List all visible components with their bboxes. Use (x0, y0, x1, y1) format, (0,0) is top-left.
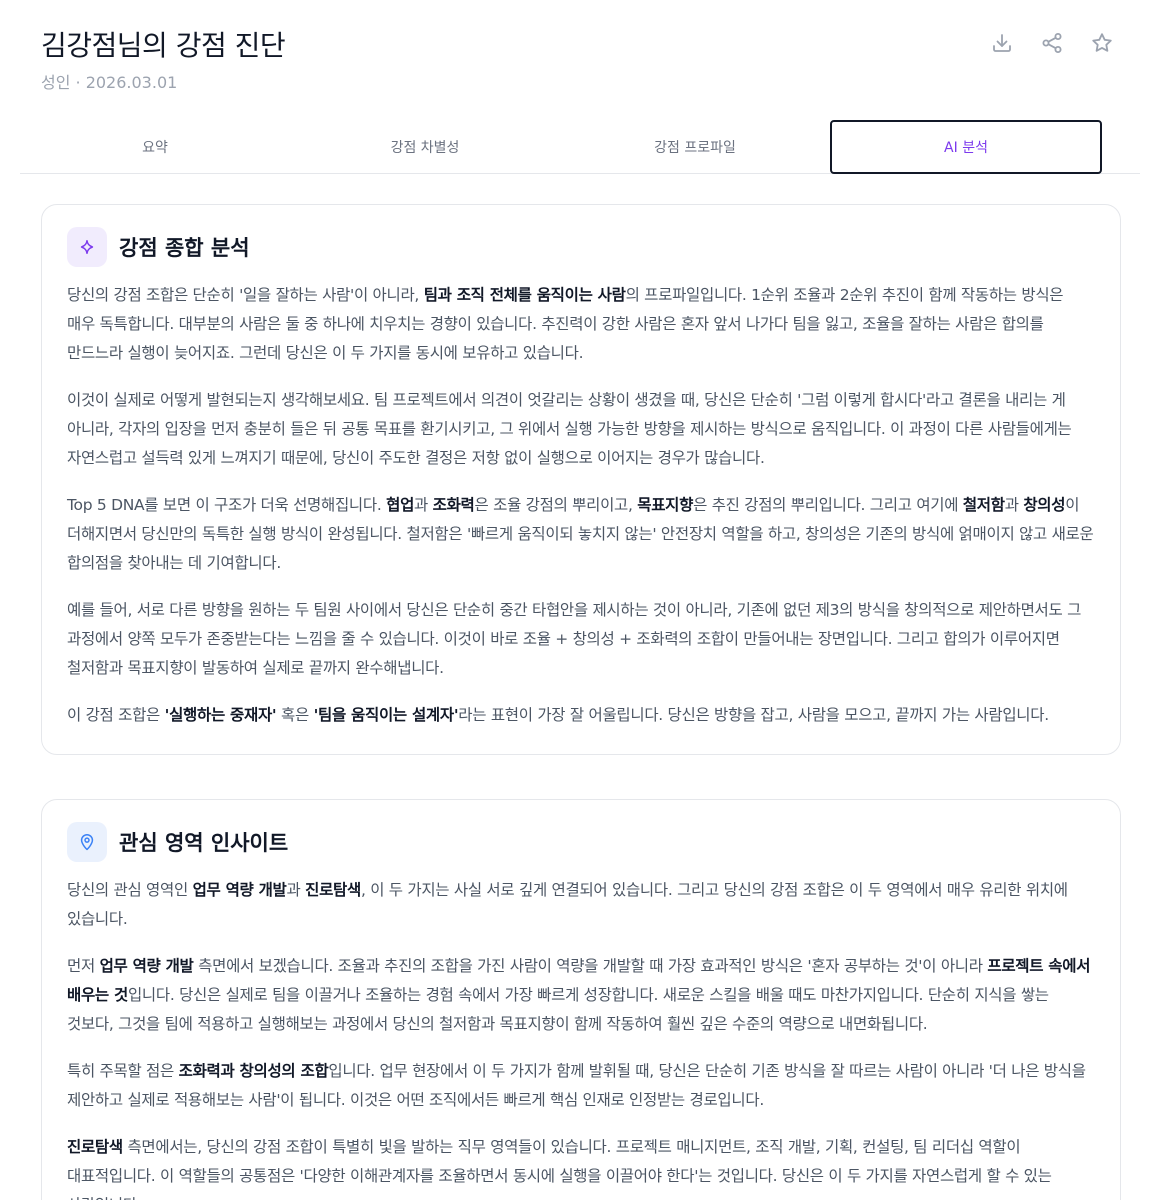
emphasis-text: 목표지향 (637, 496, 694, 514)
paragraph-text: 입니다. 당신은 실제로 팀을 이끌거나 조율하는 경험 속에서 가장 빠르게 … (67, 986, 1049, 1033)
emphasis-text: '실행하는 중재자' (164, 706, 277, 724)
page-title: 김강점님의 강점 진단 (41, 29, 286, 62)
paragraph-text: 라는 표현이 가장 잘 어울립니다. 당신은 방향을 잡고, 사람을 모으고, … (458, 706, 1049, 724)
section-paragraph: 먼저 업무 역량 개발 측면에서 보겠습니다. 조율과 추진의 조합을 가진 사… (67, 952, 1094, 1039)
emphasis-text: 협업 (386, 496, 415, 514)
section-paragraph: 당신의 관심 영역인 업무 역량 개발과 진로탐색, 이 두 가지는 사실 서로… (67, 876, 1094, 934)
section-title: 관심 영역 인사이트 (119, 831, 289, 855)
emphasis-text: '팀을 움직이는 설계자' (313, 706, 459, 724)
paragraph-text: 과 (1004, 496, 1024, 514)
emphasis-text: 창의성 (1023, 496, 1066, 514)
emphasis-text: 진로탐색 (67, 1138, 123, 1156)
bookmark-button[interactable] (1088, 28, 1116, 58)
paragraph-text: Top 5 DNA를 보면 이 구조가 더욱 선명해집니다. (67, 496, 387, 514)
emphasis-text: 철저함 (962, 496, 1005, 514)
section-paragraph: 예를 들어, 서로 다른 방향을 원하는 두 팀원 사이에서 당신은 단순히 중… (67, 596, 1094, 683)
paragraph-text: 당신의 관심 영역인 (67, 881, 193, 899)
paragraph-text: 이 강점 조합은 (67, 706, 165, 724)
header-actions (988, 28, 1116, 58)
section-title: 강점 종합 분석 (119, 236, 250, 260)
paragraph-text: 먼저 (67, 957, 100, 975)
section-header: 강점 종합 분석 (67, 227, 1094, 267)
share-icon (1042, 33, 1062, 53)
page-subtitle: 성인 · 2026.03.01 (41, 73, 178, 92)
paragraph-text: 이것이 실제로 어떻게 발현되는지 생각해보세요. 팀 프로젝트에서 의견이 엇… (67, 391, 1072, 467)
emphasis-text: 조화력 (432, 496, 475, 514)
download-icon (993, 34, 1011, 52)
tab-summary[interactable]: 요약 (20, 120, 290, 174)
share-button[interactable] (1038, 28, 1066, 58)
section-paragraph: 당신의 강점 조합은 단순히 '일을 잘하는 사람'이 아니라, 팀과 조직 전… (67, 281, 1094, 368)
emphasis-text: 업무 역량 개발 (192, 881, 287, 899)
emphasis-text: 업무 역량 개발 (99, 957, 194, 975)
section-paragraph: Top 5 DNA를 보면 이 구조가 더욱 선명해집니다. 협업과 조화력은 … (67, 491, 1094, 578)
section-paragraph: 이 강점 조합은 '실행하는 중재자' 혹은 '팀을 움직이는 설계자'라는 표… (67, 701, 1094, 730)
paragraph-text: 특히 주목할 점은 (67, 1062, 179, 1080)
tab-strength-profile[interactable]: 강점 프로파일 (560, 120, 830, 174)
location-pin-icon (80, 834, 94, 851)
paragraph-text: 은 조율 강점의 뿌리이고, (474, 496, 638, 514)
section-body: 당신의 관심 영역인 업무 역량 개발과 진로탐색, 이 두 가지는 사실 서로… (67, 876, 1094, 1200)
section-header: 관심 영역 인사이트 (67, 822, 1094, 862)
page-header: 김강점님의 강점 진단 성인 · 2026.03.01 (0, 0, 1156, 120)
paragraph-text: 과 (286, 881, 306, 899)
section-card-interest-insight: 관심 영역 인사이트 당신의 관심 영역인 업무 역량 개발과 진로탐색, 이 … (41, 799, 1121, 1200)
emphasis-text: 팀과 조직 전체를 움직이는 사람 (423, 286, 626, 304)
tab-strength-differentiation[interactable]: 강점 차별성 (290, 120, 560, 174)
paragraph-text: 예를 들어, 서로 다른 방향을 원하는 두 팀원 사이에서 당신은 단순히 중… (67, 601, 1082, 677)
section-icon-badge (67, 227, 107, 267)
paragraph-text: 측면에서는, 당신의 강점 조합이 특별히 빛을 발하는 직무 영역들이 있습니… (67, 1138, 1052, 1200)
section-paragraph: 이것이 실제로 어떻게 발현되는지 생각해보세요. 팀 프로젝트에서 의견이 엇… (67, 386, 1094, 473)
paragraph-text: 당신의 강점 조합은 단순히 '일을 잘하는 사람'이 아니라, (67, 286, 424, 304)
paragraph-text: 과 (414, 496, 433, 514)
emphasis-text: 진로탐색 (305, 881, 361, 899)
tab-bar: 요약 강점 차별성 강점 프로파일 AI 분석 (20, 120, 1140, 174)
section-card-overall-analysis: 강점 종합 분석 당신의 강점 조합은 단순히 '일을 잘하는 사람'이 아니라… (41, 204, 1121, 755)
section-body: 당신의 강점 조합은 단순히 '일을 잘하는 사람'이 아니라, 팀과 조직 전… (67, 281, 1094, 730)
section-paragraph: 진로탐색 측면에서는, 당신의 강점 조합이 특별히 빛을 발하는 직무 영역들… (67, 1133, 1094, 1200)
emphasis-text: 조화력과 창의성의 조합 (178, 1062, 329, 1080)
paragraph-text: 혹은 (276, 706, 314, 724)
tab-ai-analysis[interactable]: AI 분석 (830, 120, 1102, 174)
paragraph-text: 은 추진 강점의 뿌리입니다. 그리고 여기에 (693, 496, 963, 514)
download-button[interactable] (988, 28, 1016, 58)
section-paragraph: 특히 주목할 점은 조화력과 창의성의 조합입니다. 업무 현장에서 이 두 가… (67, 1057, 1094, 1115)
section-icon-badge (67, 822, 107, 862)
star-icon (1092, 33, 1112, 52)
paragraph-text: 측면에서 보겠습니다. 조율과 추진의 조합을 가진 사람이 역량을 개발할 때… (193, 957, 988, 975)
sparkle-icon (80, 240, 94, 254)
